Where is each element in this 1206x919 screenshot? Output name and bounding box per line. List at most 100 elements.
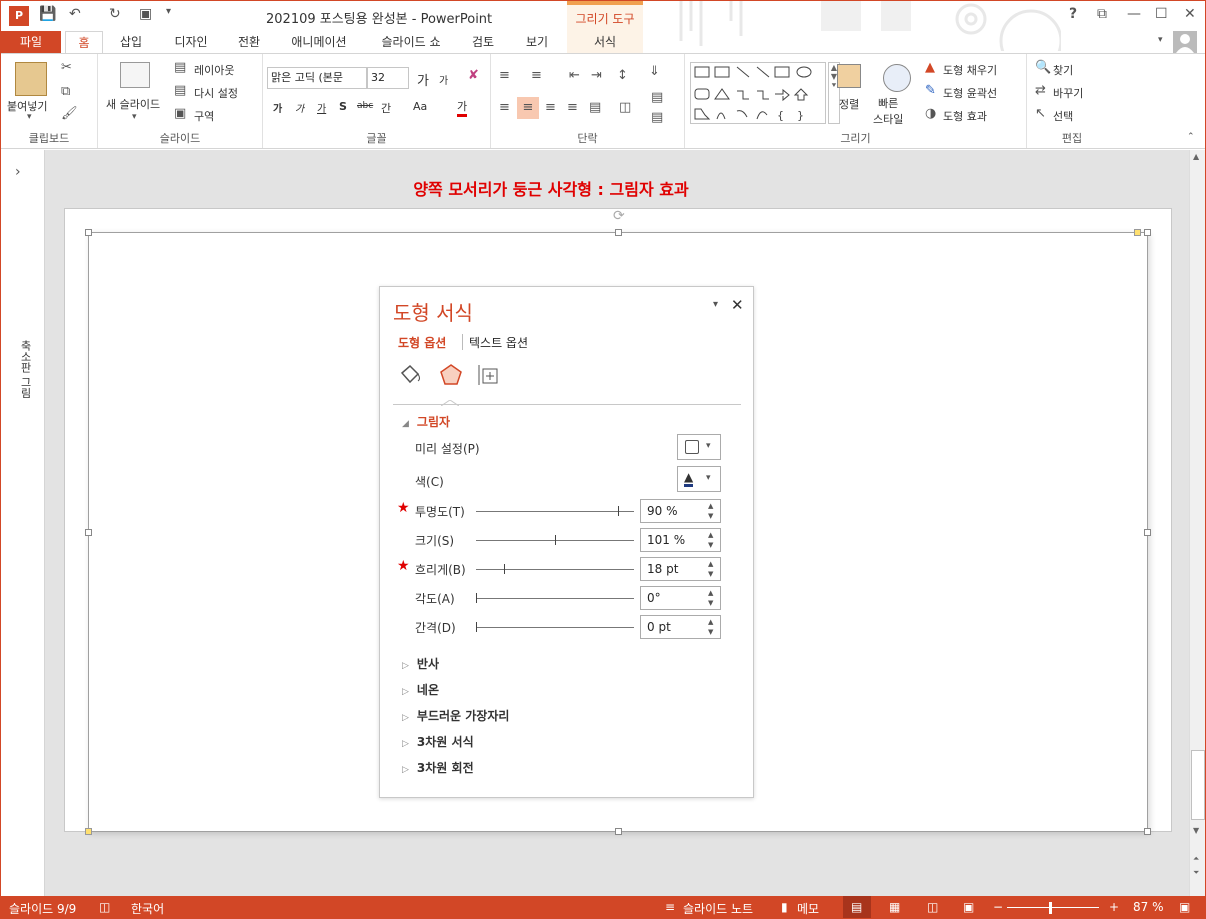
copy-icon[interactable]: ⧉	[61, 84, 70, 99]
tab-review[interactable]: 검토	[463, 31, 503, 53]
align-left-icon[interactable]: ≡	[499, 100, 510, 115]
preset-button[interactable]: ▾	[677, 434, 721, 460]
spin-down-icon[interactable]: ▼	[708, 599, 718, 607]
line-spacing-icon[interactable]: ↕	[617, 68, 628, 83]
font-size-combo[interactable]: 32	[367, 67, 409, 89]
section-reflection[interactable]: ▷ 반사	[402, 655, 439, 672]
char-spacing-button[interactable]: 간	[381, 100, 391, 116]
font-color-button[interactable]: 가	[457, 98, 468, 117]
resize-handle[interactable]	[615, 229, 622, 236]
shape-fill-button[interactable]: 도형 채우기	[943, 62, 997, 78]
underline-button[interactable]: 가	[317, 100, 326, 115]
resize-handle[interactable]	[1144, 529, 1151, 536]
shadow-button[interactable]: S	[339, 100, 347, 113]
strikethrough-button[interactable]: abc	[357, 101, 373, 111]
resize-handle[interactable]	[1144, 229, 1151, 236]
tab-shape-options[interactable]: 도형 옵션	[398, 334, 446, 351]
notes-button[interactable]: 슬라이드 노트	[683, 900, 753, 917]
tab-file[interactable]: 파일	[1, 31, 61, 53]
slider-thumb[interactable]	[618, 506, 620, 516]
section-soft-edges[interactable]: ▷ 부드러운 가장자리	[402, 707, 509, 724]
redo-icon[interactable]: ↻	[109, 6, 121, 26]
find-button[interactable]: 찾기	[1053, 62, 1073, 78]
distance-spinner[interactable]: 0 pt ▲ ▼	[640, 615, 721, 639]
close-button[interactable]: ✕	[1184, 6, 1196, 26]
slider-thumb[interactable]	[555, 535, 556, 545]
minimize-button[interactable]: —	[1127, 6, 1141, 26]
align-right-icon[interactable]: ≡	[545, 100, 556, 115]
spin-up-icon[interactable]: ▲	[708, 502, 718, 510]
italic-button[interactable]: 가	[295, 100, 304, 115]
tab-transitions[interactable]: 전환	[227, 31, 271, 53]
slider-thumb[interactable]	[476, 622, 477, 632]
resize-handle[interactable]	[85, 229, 92, 236]
transparency-spinner[interactable]: 90 % ▲ ▼	[640, 499, 721, 523]
paste-icon[interactable]	[15, 62, 47, 96]
angle-spinner[interactable]: 0° ▲ ▼	[640, 586, 721, 610]
distance-slider[interactable]	[476, 622, 634, 632]
quick-styles-icon[interactable]	[883, 64, 911, 92]
spin-up-icon[interactable]: ▲	[708, 618, 718, 626]
size-spinner[interactable]: 101 % ▲ ▼	[640, 528, 721, 552]
thumbnail-pane-collapsed[interactable]: › 축소판 그림	[1, 150, 45, 896]
adjust-handle[interactable]	[1134, 229, 1141, 236]
scroll-thumb[interactable]	[1191, 750, 1205, 820]
align-text-icon[interactable]: ▤	[651, 90, 663, 105]
tab-animations[interactable]: 애니메이션	[281, 31, 357, 53]
new-slide-icon[interactable]	[120, 62, 150, 88]
numbering-icon[interactable]: ≡	[531, 68, 542, 83]
size-slider[interactable]	[476, 535, 634, 545]
blur-slider[interactable]	[476, 564, 634, 574]
select-button[interactable]: 선택	[1053, 108, 1073, 124]
angle-slider[interactable]	[476, 593, 634, 603]
font-name-combo[interactable]: 맑은 고딕 (본문	[267, 67, 367, 89]
arrange-button[interactable]: 정렬	[839, 96, 859, 112]
vertical-scrollbar[interactable]: ▲ ▼ ⏶ ⏷	[1189, 150, 1205, 896]
shrink-font-button[interactable]: 가	[439, 72, 448, 87]
shape-effects-button[interactable]: 도형 효과	[943, 108, 987, 124]
blur-spinner[interactable]: 18 pt ▲ ▼	[640, 557, 721, 581]
zoom-out-icon[interactable]: −	[993, 900, 1003, 914]
spin-up-icon[interactable]: ▲	[708, 531, 718, 539]
pane-options-icon[interactable]: ▾	[713, 299, 718, 310]
reading-view-icon[interactable]: ◫	[927, 900, 938, 914]
previous-slide-icon[interactable]: ⏶	[1193, 854, 1199, 864]
resize-handle[interactable]	[615, 828, 622, 835]
size-properties-icon[interactable]	[477, 363, 501, 390]
collapse-ribbon-icon[interactable]: ⌃	[1187, 132, 1195, 142]
rotate-handle-icon[interactable]: ⟳	[613, 208, 625, 224]
tab-home[interactable]: 홈	[65, 31, 103, 54]
start-slideshow-icon[interactable]: ▣	[139, 6, 152, 26]
cut-icon[interactable]: ✂	[61, 60, 72, 75]
increase-indent-icon[interactable]: ⇥	[591, 68, 602, 83]
layout-button[interactable]: 레이아웃	[194, 62, 234, 78]
tab-text-options[interactable]: 텍스트 옵션	[469, 334, 528, 351]
bullets-icon[interactable]: ≡	[499, 68, 510, 83]
language-indicator[interactable]: 한국어	[131, 900, 164, 917]
spin-down-icon[interactable]: ▼	[708, 541, 718, 549]
shape-gallery[interactable]: {}	[690, 62, 826, 124]
grow-font-button[interactable]: 가	[417, 70, 429, 89]
shape-outline-button[interactable]: 도형 윤곽선	[943, 85, 997, 101]
slide-title[interactable]: 양쪽 모서리가 둥근 사각형 : 그림자 효과	[341, 176, 761, 200]
help-button[interactable]: ?	[1069, 6, 1077, 26]
slider-thumb[interactable]	[504, 564, 506, 574]
transparency-slider[interactable]	[476, 506, 634, 516]
ribbon-display-button[interactable]: ⧉	[1097, 6, 1107, 26]
scroll-up-icon[interactable]: ▲	[1193, 152, 1199, 161]
slideshow-view-icon[interactable]: ▣	[963, 900, 974, 914]
fill-line-icon[interactable]	[398, 363, 422, 390]
reset-button[interactable]: 다시 설정	[194, 85, 238, 101]
section-shadow[interactable]: ◢ 그림자	[402, 413, 450, 430]
section-3d-rotation[interactable]: ▷ 3차원 회전	[402, 759, 474, 776]
justify-icon[interactable]: ≡	[567, 100, 578, 115]
effects-icon[interactable]	[439, 363, 463, 390]
account-dropdown-icon[interactable]: ▾	[1158, 35, 1163, 45]
bold-button[interactable]: 가	[273, 100, 282, 115]
close-pane-icon[interactable]: ✕	[731, 296, 744, 314]
slider-thumb[interactable]	[476, 593, 477, 603]
tab-design[interactable]: 디자인	[163, 31, 219, 53]
spin-up-icon[interactable]: ▲	[708, 589, 718, 597]
tab-insert[interactable]: 삽입	[111, 31, 151, 53]
spin-up-icon[interactable]: ▲	[708, 560, 718, 568]
